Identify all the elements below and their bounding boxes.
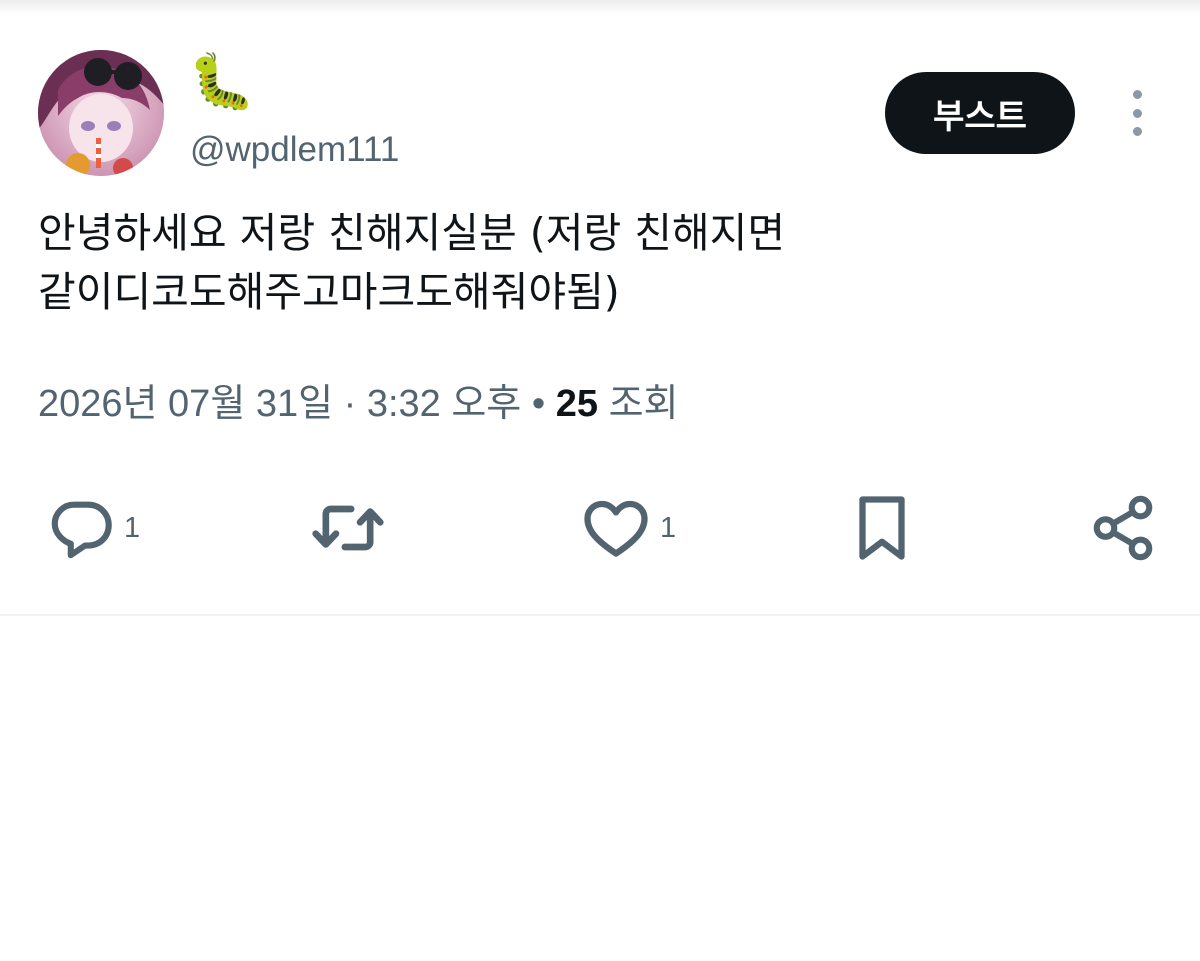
meta-separator: • <box>531 383 546 425</box>
tweet-meta: 2026년 07월 31일 · 3:32 오후 • 25 조회 <box>38 380 678 428</box>
boost-button[interactable]: 부스트 <box>885 72 1075 154</box>
tweet-text-line: 안녕하세요 저랑 친해지실분 (저랑 친해지면 <box>38 209 786 257</box>
retweet-icon <box>312 505 384 551</box>
like-button[interactable]: 1 <box>580 490 676 566</box>
reply-count: 1 <box>124 511 141 544</box>
reply-icon <box>51 501 112 559</box>
more-dot <box>1132 127 1142 136</box>
divider <box>0 614 1200 616</box>
avatar-image <box>38 50 164 176</box>
share-icon <box>1093 495 1153 561</box>
tweet-text-line: 같이디코도해주고마크도해줘야됨) <box>38 268 620 316</box>
top-strip <box>0 0 1200 14</box>
reply-button[interactable]: 1 <box>46 490 140 566</box>
views-count[interactable]: 25 <box>556 383 598 425</box>
bookmark-button[interactable] <box>846 490 918 566</box>
avatar[interactable] <box>38 50 164 176</box>
more-dot <box>1132 108 1142 118</box>
like-count: 1 <box>660 511 677 544</box>
display-name[interactable]: 🐛 <box>188 52 255 112</box>
user-handle[interactable]: @wpdlem111 <box>190 128 399 172</box>
bookmark-icon <box>859 496 905 560</box>
retweet-button[interactable] <box>310 490 386 566</box>
more-vertical-icon[interactable] <box>1122 90 1152 136</box>
timestamp[interactable]: 2026년 07월 31일 · 3:32 오후 <box>38 383 521 425</box>
share-button[interactable] <box>1088 490 1158 566</box>
views-label: 조회 <box>608 383 679 425</box>
tweet-text: 안녕하세요 저랑 친해지실분 (저랑 친해지면 같이디코도해주고마크도해줘야됨) <box>38 204 1158 322</box>
heart-icon <box>584 500 648 557</box>
more-dot <box>1132 90 1142 99</box>
